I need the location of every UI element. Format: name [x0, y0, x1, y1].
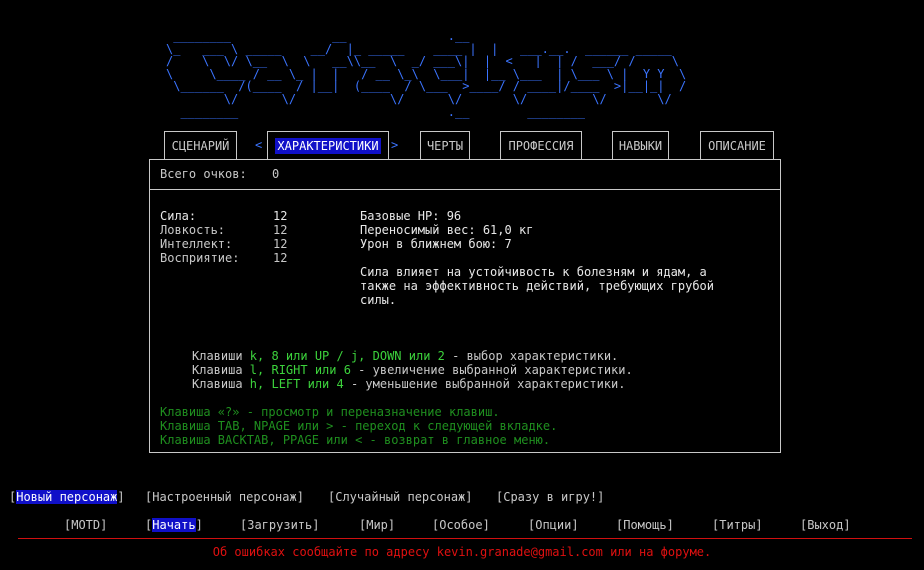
menu-special[interactable]: [Особое]	[432, 518, 490, 532]
stat-description: Сила влияет на устойчивость к болезням и…	[360, 265, 715, 307]
tab-traits[interactable]: ЧЕРТЫ	[420, 131, 470, 159]
footer-divider	[18, 538, 912, 539]
active-tab-right-bracket: >	[391, 138, 399, 152]
tab-label: ПРОФЕССИЯ	[508, 138, 574, 153]
tab-label: СЦЕНАРИЙ	[171, 138, 230, 153]
tab-label: ОПИСАНИЕ	[708, 138, 766, 153]
key-help-line: Клавиша h, LEFT или 4 - уменьшение выбра…	[192, 377, 626, 391]
carry-weight: Переносимый вес: 61,0 кг	[360, 223, 534, 237]
menu-world[interactable]: [Мир]	[359, 518, 395, 532]
nav-help-line: Клавиша «?» - просмотр и переназначение …	[160, 405, 500, 419]
tab-profession[interactable]: ПРОФЕССИЯ	[500, 131, 582, 159]
stat-perception-label[interactable]: Восприятие:	[160, 251, 239, 265]
stat-strength-value: 12	[273, 209, 288, 223]
key-help-line: Клавиши k, 8 или UP / j, DOWN или 2 - вы…	[192, 349, 619, 363]
game-logo: ________ __ .__ \_ ___ \ _____ __/ |_ __…	[166, 29, 687, 119]
menu-help[interactable]: [Помощь]	[616, 518, 674, 532]
tab-skills[interactable]: НАВЫКИ	[612, 131, 669, 159]
tab-label: ЧЕРТЫ	[426, 138, 464, 153]
stat-dexterity-label[interactable]: Ловкость:	[160, 223, 225, 237]
active-tab-left-bracket: <	[255, 138, 263, 152]
stat-perception-value: 12	[273, 251, 288, 265]
menu-load[interactable]: [Загрузить]	[240, 518, 320, 532]
stat-dexterity-value: 12	[273, 223, 288, 237]
nav-help-line: Клавиша BACKTAB, PPAGE или < - возврат в…	[160, 433, 551, 447]
nav-help-line: Клавиша TAB, NPAGE или > - переход к сле…	[160, 419, 558, 433]
stat-strength-label[interactable]: Сила:	[160, 209, 196, 223]
points-label: Всего очков:	[160, 167, 247, 181]
tab-label: ХАРАКТЕРИСТИКИ	[275, 137, 381, 154]
bug-report-footer: Об ошибках сообщайте по адресу kevin.gra…	[212, 545, 712, 559]
menu-custom-character[interactable]: [Настроенный персонаж]	[145, 490, 304, 504]
tab-label: НАВЫКИ	[618, 138, 663, 153]
menu-credits[interactable]: [Титры]	[712, 518, 763, 532]
base-hp: Базовые HP: 96	[360, 209, 462, 223]
menu-motd[interactable]: [MOTD]	[64, 518, 107, 532]
menu-play-now[interactable]: [Сразу в игру!]	[496, 490, 604, 504]
key-help-line: Клавиша l, RIGHT или 6 - увеличение выбр…	[192, 363, 633, 377]
menu-new-character[interactable]: [Новый персонаж]	[9, 490, 125, 504]
menu-quit[interactable]: [Выход]	[800, 518, 851, 532]
menu-start[interactable]: [Начать]	[145, 518, 203, 532]
tab-description[interactable]: ОПИСАНИЕ	[700, 131, 774, 159]
tab-scenario[interactable]: СЦЕНАРИЙ	[164, 131, 237, 159]
panel-divider	[150, 189, 780, 190]
melee-damage: Урон в ближнем бою: 7	[360, 237, 512, 251]
points-value: 0	[272, 167, 280, 181]
tab-stats[interactable]: ХАРАКТЕРИСТИКИ	[267, 131, 389, 159]
menu-options[interactable]: [Опции]	[528, 518, 579, 532]
stat-intelligence-label[interactable]: Интеллект:	[160, 237, 232, 251]
menu-random-character[interactable]: [Случайный персонаж]	[328, 490, 473, 504]
stat-intelligence-value: 12	[273, 237, 288, 251]
